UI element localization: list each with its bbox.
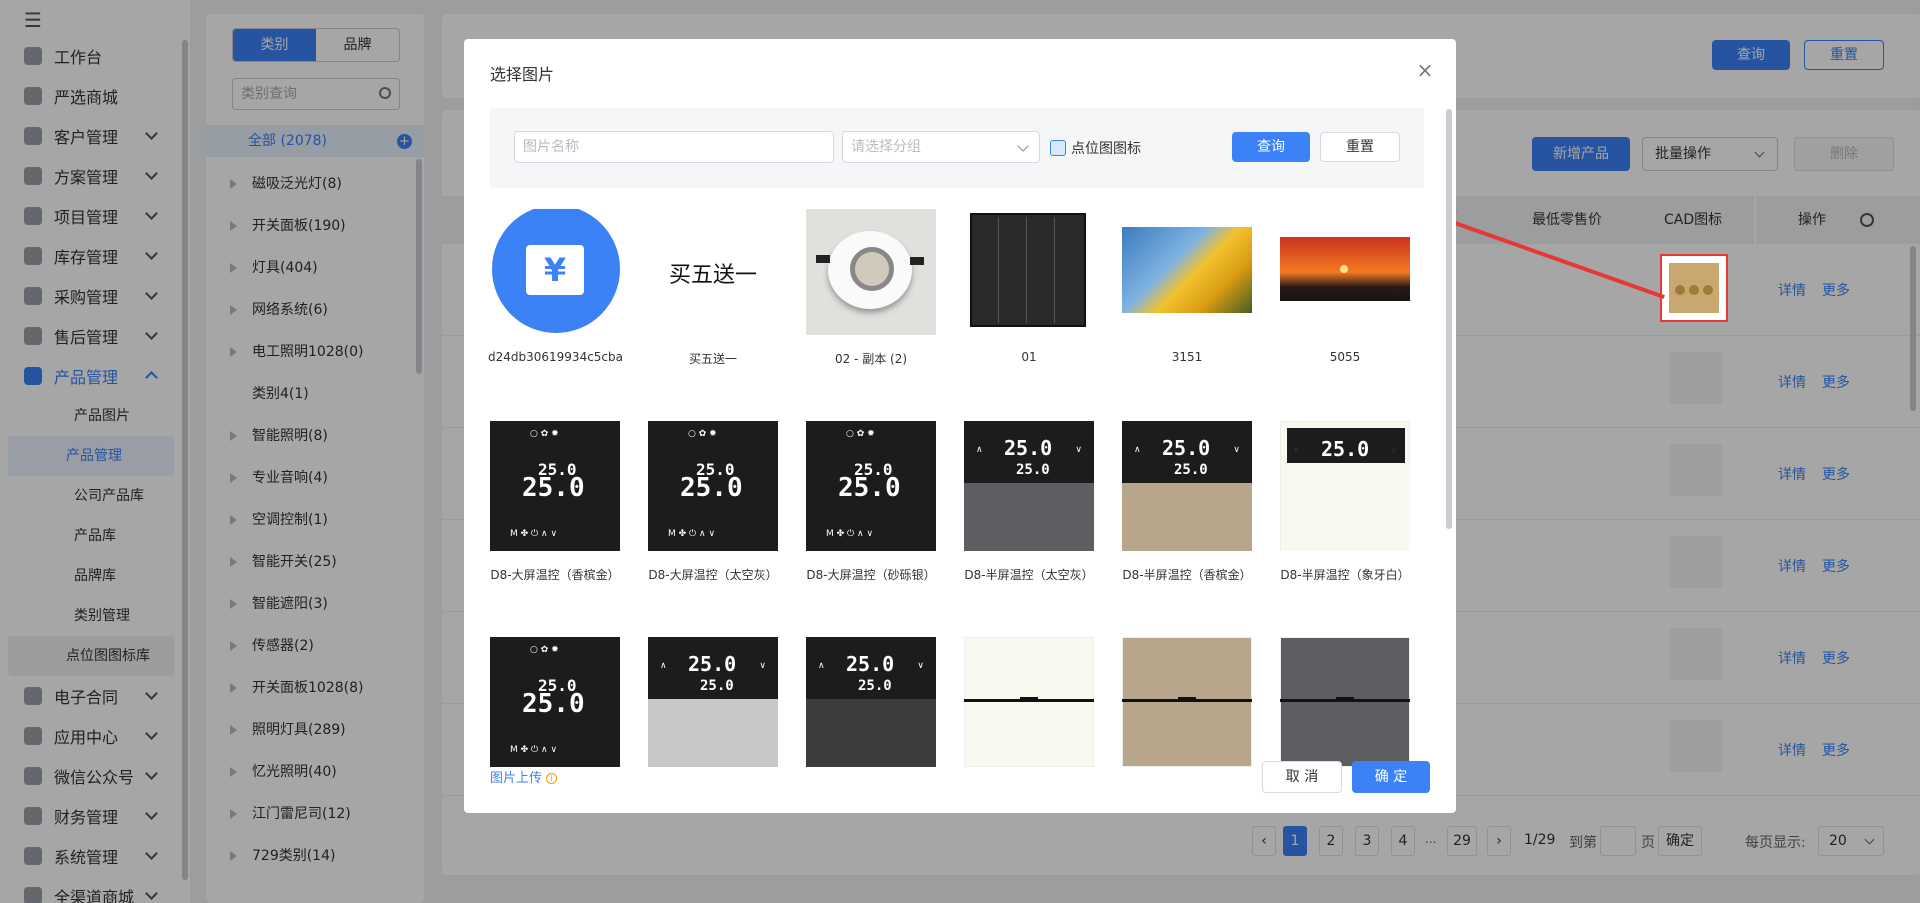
yuan-icon[interactable]: ¥: [490, 209, 620, 335]
cad-icon-highlight: [1660, 254, 1728, 322]
image-thumbnail[interactable]: [1280, 637, 1410, 767]
image-upload-label: 图片上传: [490, 771, 543, 786]
image-name-placeholder: 图片名称: [523, 139, 579, 155]
image-caption: D8-大屏温控（太空灰）: [648, 568, 778, 582]
thermostat-image: ○ ✿ ✹ 25.0 25.0 M ✤ ⏻ ∧ ∨: [490, 421, 620, 551]
thermostat-image: ∧∨25.025.0: [806, 637, 936, 767]
thermostat-image: ○ ✿ ✹ 25.0 25.0 M ✤ ⏻ ∧ ∨: [806, 421, 936, 551]
close-icon[interactable]: ×: [1416, 60, 1434, 80]
thermostat-image: ○ ✿ ✹ 25.0 25.0 M ✤ ⏻ ∧ ∨: [648, 421, 778, 551]
image-card[interactable]: ∧ ∨ 25.0 25.0: [804, 637, 936, 781]
point-icon-checkbox[interactable]: [1050, 140, 1066, 156]
image-thumbnail[interactable]: [1122, 209, 1252, 335]
image-card[interactable]: ¥ d24db30619934c5cba30...: [488, 209, 622, 405]
image-thumbnail[interactable]: ∧∨25.025.0: [964, 421, 1094, 551]
image-card[interactable]: 01: [962, 209, 1092, 405]
image-caption: 5055: [1329, 350, 1361, 364]
promo-text-image: 买五送一: [668, 263, 757, 288]
group-select[interactable]: 请选择分组: [842, 131, 1040, 163]
image-card[interactable]: [962, 637, 1094, 781]
image-thumbnail[interactable]: ○ ✿ ✹ 25.0 25.0 M ✤ ⏻ ∧ ∨: [806, 421, 936, 551]
image-caption: D8-大屏温控（砂砾银）: [806, 568, 936, 582]
image-thumbnail[interactable]: [964, 209, 1094, 335]
image-thumbnail[interactable]: 买五送一: [648, 209, 778, 335]
image-card[interactable]: ∧ ∨ 25.0 25.0 D8-半屏温控（香槟金）: [1120, 421, 1252, 621]
image-card[interactable]: 5055: [1278, 209, 1410, 405]
image-card[interactable]: ○ ✿ ✹ 25.0 25.0 M ✤ ⏻ ∧ ∨: [488, 637, 620, 781]
image-grid: ¥d24db30619934c5cba30...买五送一买五送一02 - 副本 …: [488, 209, 1422, 781]
dialog-reset-button[interactable]: 重置: [1320, 132, 1400, 162]
info-icon: i: [546, 773, 558, 784]
thermostat-image: ∧∨25.025.0: [964, 421, 1094, 551]
dialog-cancel-button[interactable]: 取 消: [1262, 761, 1342, 793]
image-thumbnail[interactable]: ○ ✿ ✹ 25.0 25.0 M ✤ ⏻ ∧ ∨: [648, 421, 778, 551]
dialog-query-button[interactable]: 查询: [1232, 132, 1310, 162]
thermostat-image: ∧∨25.025.0: [648, 637, 778, 767]
image-card[interactable]: 3151: [1120, 209, 1252, 405]
dialog-title: 选择图片: [490, 65, 555, 84]
image-card[interactable]: ∧ ∨ 25.0 25.0 D8-半屏温控（太空灰）: [962, 421, 1094, 621]
point-icon-checkbox-label[interactable]: 点位图图标: [1071, 138, 1141, 158]
thermostat-image: ∧∨25.025.0: [1280, 421, 1410, 551]
image-caption: D8-大屏温控（香槟金）: [490, 568, 620, 582]
image-card[interactable]: ○ ✿ ✹ 25.0 25.0 M ✤ ⏻ ∧ ∨ D8-大屏温控（砂砾银）: [804, 421, 936, 621]
image-upload-link[interactable]: 图片上传 i: [490, 767, 558, 786]
cad-thumbnail[interactable]: [1669, 263, 1719, 313]
image-thumbnail[interactable]: [964, 637, 1094, 767]
dialog-confirm-button[interactable]: 确 定: [1352, 761, 1430, 793]
image-thumbnail[interactable]: [806, 209, 936, 335]
image-thumbnail[interactable]: ∧∨25.025.0: [648, 637, 778, 767]
image-card[interactable]: 买五送一 买五送一: [646, 209, 776, 405]
image-caption: 买五送一: [688, 352, 737, 366]
image-caption: 01: [1021, 350, 1037, 364]
image-caption: 02 - 副本 (2): [834, 352, 908, 366]
image-thumbnail[interactable]: ∧∨25.025.0: [1280, 421, 1410, 551]
thermostat-image: ○ ✿ ✹ 25.0 25.0 M ✤ ⏻ ∧ ∨: [490, 637, 620, 767]
image-caption: D8-半屏温控（香槟金）: [1122, 568, 1252, 582]
image-card[interactable]: ○ ✿ ✹ 25.0 25.0 M ✤ ⏻ ∧ ∨ D8-大屏温控（香槟金）: [488, 421, 620, 621]
dialog-scrollbar[interactable]: [1446, 109, 1452, 529]
image-card[interactable]: [1120, 637, 1252, 781]
image-card[interactable]: ∧ ∨ 25.0 25.0: [646, 637, 778, 781]
chevron-down-icon: [1017, 140, 1029, 152]
image-card[interactable]: ○ ✿ ✹ 25.0 25.0 M ✤ ⏻ ∧ ∨ D8-大屏温控（太空灰）: [646, 421, 778, 621]
image-thumbnail[interactable]: ∧∨25.025.0: [1122, 421, 1252, 551]
image-thumbnail[interactable]: ∧∨25.025.0: [806, 637, 936, 767]
image-caption: D8-半屏温控（象牙白）: [1280, 568, 1410, 582]
select-image-dialog: 选择图片 × 图片名称 请选择分组 点位图图标 查询 重置 ¥ d24db3061…: [464, 39, 1456, 813]
image-caption: d24db30619934c5cba30...: [488, 350, 622, 364]
image-thumbnail[interactable]: ○ ✿ ✹ 25.0 25.0 M ✤ ⏻ ∧ ∨: [490, 421, 620, 551]
image-caption: D8-半屏温控（太空灰）: [964, 568, 1094, 582]
dialog-filter-bar: 图片名称 请选择分组 点位图图标 查询 重置: [490, 108, 1424, 188]
image-thumbnail[interactable]: [1280, 209, 1410, 335]
image-name-input[interactable]: 图片名称: [514, 131, 834, 163]
image-thumbnail[interactable]: [1122, 637, 1252, 767]
image-thumbnail[interactable]: ○ ✿ ✹ 25.0 25.0 M ✤ ⏻ ∧ ∨: [490, 637, 620, 767]
image-caption: 3151: [1171, 350, 1203, 364]
thermostat-image: ∧∨25.025.0: [1122, 421, 1252, 551]
image-card[interactable]: 02 - 副本 (2): [804, 209, 936, 405]
group-select-placeholder: 请选择分组: [851, 139, 921, 155]
image-card[interactable]: ∧∨25.025.0 D8-半屏温控（象牙白）: [1278, 421, 1410, 621]
image-card[interactable]: [1278, 637, 1410, 781]
